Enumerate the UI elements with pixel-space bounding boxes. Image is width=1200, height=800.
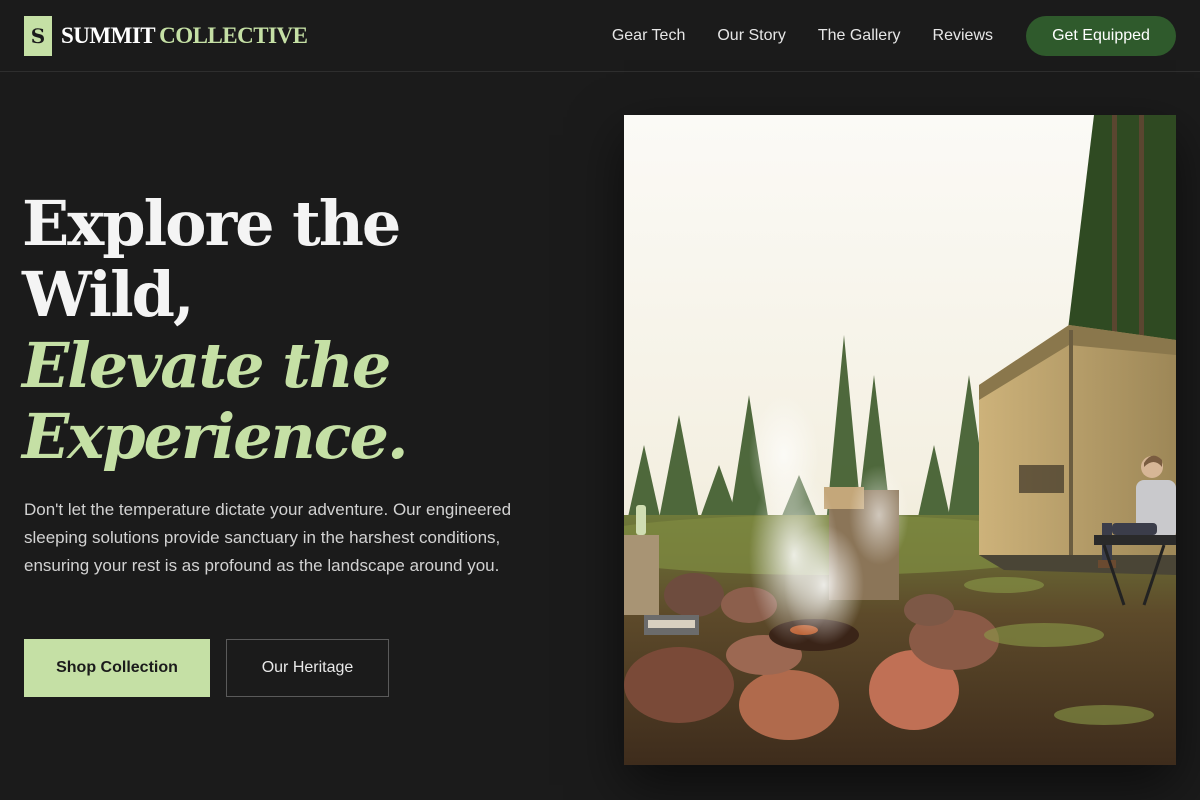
brand-name: SUMMIT COLLECTIVE	[61, 23, 308, 49]
site-header: S SUMMIT COLLECTIVE Gear Tech Our Story T…	[0, 0, 1200, 72]
headline-line-2: Wild,	[22, 258, 195, 331]
nav-link-the-gallery[interactable]: The Gallery	[818, 27, 901, 45]
nav-link-reviews[interactable]: Reviews	[933, 27, 993, 45]
logo-badge: S	[24, 16, 52, 56]
get-equipped-button[interactable]: Get Equipped	[1026, 16, 1176, 56]
hero-headline: Explore the Wild, Elevate the Experience…	[22, 188, 582, 472]
headline-line-1: Explore the	[22, 187, 401, 260]
main-nav: Gear Tech Our Story The Gallery Reviews …	[612, 16, 1176, 56]
brand-name-secondary: COLLECTIVE	[159, 23, 308, 48]
brand-name-primary: SUMMIT	[61, 23, 156, 48]
headline-accent-line-2: Experience.	[22, 400, 409, 473]
hero-campsite-image	[624, 115, 1176, 765]
headline-accent-line-1: Elevate the	[22, 329, 391, 402]
our-heritage-button[interactable]: Our Heritage	[226, 639, 389, 697]
nav-link-our-story[interactable]: Our Story	[717, 27, 785, 45]
brand-logo[interactable]: S SUMMIT COLLECTIVE	[24, 16, 308, 56]
shop-collection-button[interactable]: Shop Collection	[24, 639, 210, 697]
hero-description: Don't let the temperature dictate your a…	[24, 500, 512, 575]
nav-link-gear-tech[interactable]: Gear Tech	[612, 27, 686, 45]
